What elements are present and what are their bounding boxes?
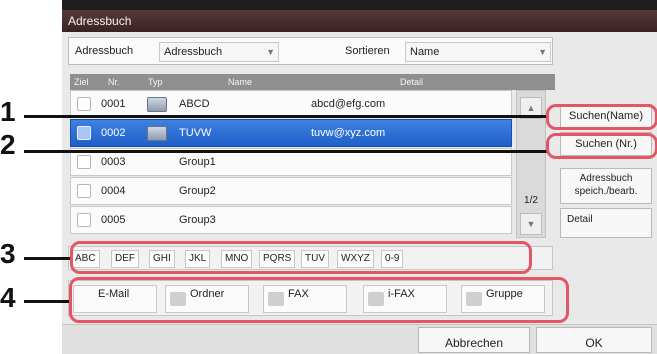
address-entry-row[interactable]: 0004 Group2 <box>70 177 512 205</box>
entry-checkbox[interactable] <box>77 126 91 140</box>
entry-name: ABCD <box>179 98 210 110</box>
email-contact-icon <box>147 97 167 112</box>
store-edit-address-book-button[interactable]: Adressbuch speich./bearb. <box>560 168 652 204</box>
sort-label: Sortieren <box>345 45 390 57</box>
address-book-select[interactable]: Adressbuch ▼ <box>159 42 279 62</box>
list-scrollbar[interactable]: ▲ 1/2 ▼ <box>516 90 546 238</box>
sort-select[interactable]: Name ▼ <box>405 42 551 62</box>
callout-number-1: 1 <box>0 96 16 127</box>
page-indicator: 1/2 <box>524 195 538 206</box>
callout-number-3: 3 <box>0 238 16 269</box>
chevron-down-icon: ▼ <box>538 47 547 57</box>
window-title: Adressbuch <box>62 10 657 32</box>
callout-outline-search-number <box>546 133 657 159</box>
callout-leader-4 <box>24 300 70 303</box>
callout-leader-3 <box>24 257 72 260</box>
detail-button[interactable]: Detail <box>560 208 652 238</box>
column-detail: Detail <box>400 77 424 87</box>
scroll-down-button[interactable]: ▼ <box>520 213 542 235</box>
entry-detail: abcd@efg.com <box>311 98 386 110</box>
bottom-action-bar: Abbrechen OK <box>62 324 657 354</box>
address-entry-row[interactable]: 0005 Group3 <box>70 206 512 234</box>
entry-name: TUVW <box>179 127 212 139</box>
entry-number: 0005 <box>101 214 126 226</box>
group-icon <box>147 184 167 199</box>
email-contact-icon <box>147 126 167 141</box>
group-icon <box>147 155 167 170</box>
entry-number: 0002 <box>101 127 126 139</box>
entry-number: 0004 <box>101 185 126 197</box>
callout-outline-alphabet-index <box>70 241 532 274</box>
chevron-up-icon: ▲ <box>526 103 536 113</box>
callout-number-4: 4 <box>0 282 16 313</box>
address-book-select-value: Adressbuch <box>164 46 223 58</box>
address-table-header: Ziel Nr. Typ Name Detail <box>70 74 555 90</box>
callout-outline-search-name <box>546 104 657 130</box>
sort-select-value: Name <box>410 46 440 58</box>
chevron-down-icon: ▼ <box>526 219 536 229</box>
entry-name: Group3 <box>179 214 216 226</box>
column-number: Nr. <box>108 77 120 87</box>
column-target: Ziel <box>74 77 89 87</box>
entry-checkbox[interactable] <box>77 213 91 227</box>
address-entry-row-selected[interactable]: 0002 TUVW tuvw@xyz.com <box>70 119 512 147</box>
group-icon <box>147 213 167 228</box>
ok-button[interactable]: OK <box>536 327 652 353</box>
entry-detail: tuvw@xyz.com <box>311 127 386 139</box>
cancel-button[interactable]: Abbrechen <box>418 327 530 353</box>
entry-name: Group2 <box>179 185 216 197</box>
callout-leader-2 <box>24 150 548 153</box>
entry-number: 0001 <box>101 98 126 110</box>
entry-checkbox[interactable] <box>77 97 91 111</box>
address-book-toolbar: Adressbuch Adressbuch ▼ Sortieren Name ▼ <box>68 37 553 65</box>
address-book-label: Adressbuch <box>75 45 134 57</box>
address-entry-row[interactable]: 0001 ABCD abcd@efg.com <box>70 90 512 118</box>
column-type: Typ <box>148 77 163 87</box>
callout-outline-destination-types <box>69 277 569 323</box>
entry-checkbox[interactable] <box>77 155 91 169</box>
callout-number-2: 2 <box>0 129 16 160</box>
chevron-down-icon: ▼ <box>266 47 275 57</box>
callout-leader-1 <box>24 115 548 118</box>
column-name: Name <box>228 77 253 87</box>
entry-checkbox[interactable] <box>77 184 91 198</box>
